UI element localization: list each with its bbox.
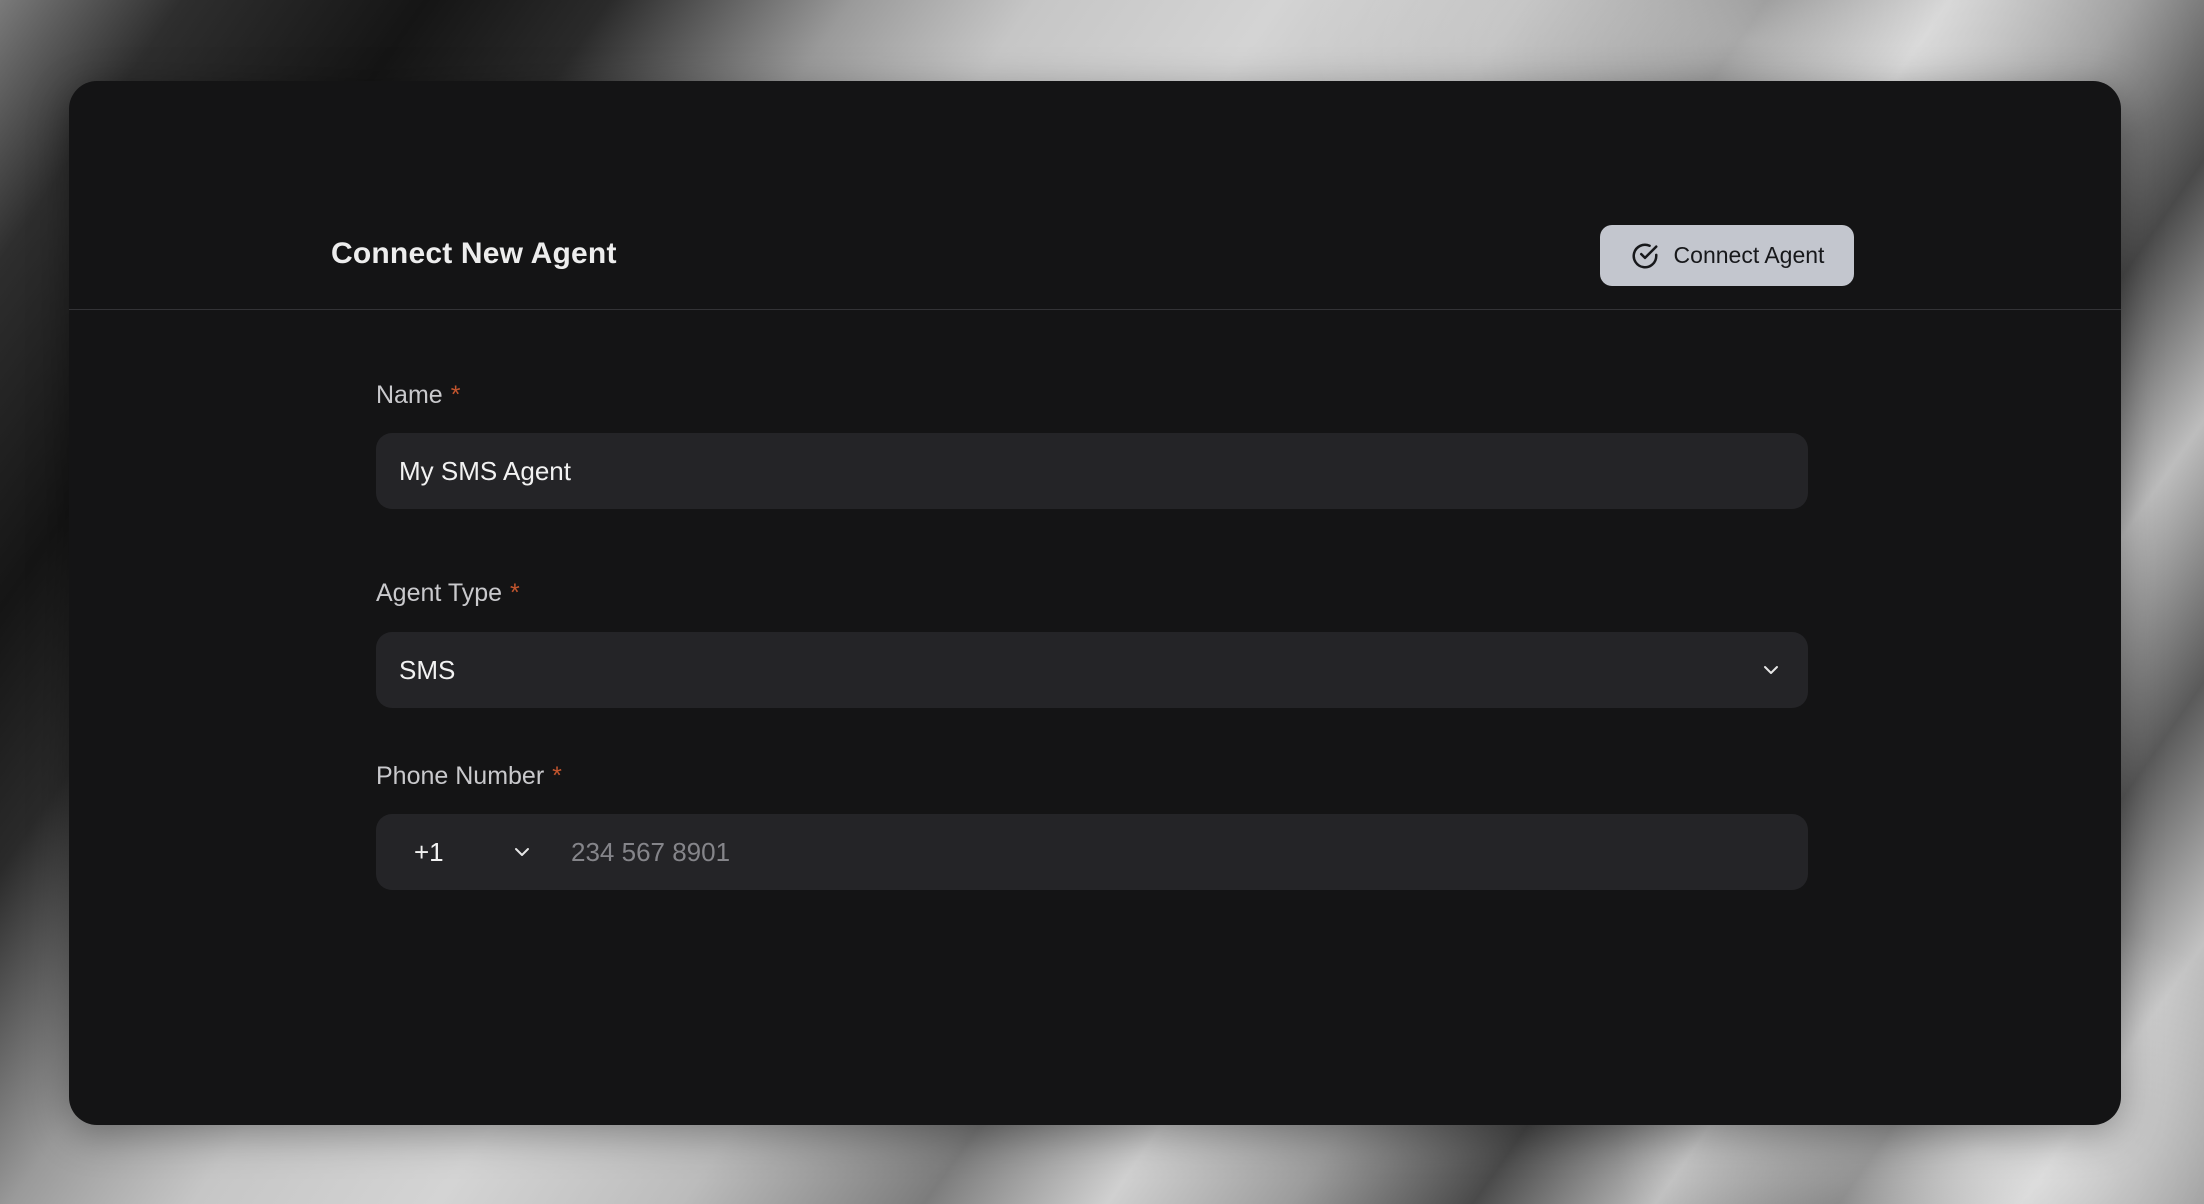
- phone-number-placeholder: 234 567 8901: [571, 836, 731, 867]
- name-label-text: Name: [376, 381, 443, 409]
- check-circle-icon: [1630, 241, 1660, 271]
- country-code-select[interactable]: +1: [414, 814, 544, 890]
- name-label: Name *: [376, 381, 460, 410]
- phone-number-label-text: Phone Number: [376, 762, 545, 790]
- name-input[interactable]: My SMS Agent: [376, 433, 1808, 509]
- phone-number-input[interactable]: 234 567 8901: [571, 814, 1771, 890]
- chevron-down-icon: [509, 839, 535, 865]
- phone-number-label: Phone Number *: [376, 762, 562, 791]
- connect-agent-dialog: Connect New Agent Connect Agent Name * My…: [69, 81, 2121, 1125]
- required-marker: *: [552, 762, 562, 790]
- agent-type-label-text: Agent Type: [376, 579, 503, 607]
- page-title: Connect New Agent: [331, 237, 617, 270]
- name-input-value: My SMS Agent: [399, 455, 571, 486]
- required-marker: *: [450, 381, 461, 409]
- chevron-down-icon: [1758, 657, 1784, 683]
- required-marker: *: [510, 579, 520, 607]
- phone-number-field: +1 234 567 8901: [376, 814, 1808, 890]
- connect-agent-button[interactable]: Connect Agent: [1600, 225, 1854, 286]
- agent-type-label: Agent Type *: [376, 579, 520, 608]
- agent-type-select[interactable]: SMS: [376, 632, 1808, 708]
- country-code-value: +1: [414, 836, 444, 867]
- connect-agent-button-label: Connect Agent: [1673, 242, 1825, 268]
- agent-type-selected-value: SMS: [399, 654, 456, 685]
- dialog-header: Connect New Agent Connect Agent: [69, 81, 2121, 310]
